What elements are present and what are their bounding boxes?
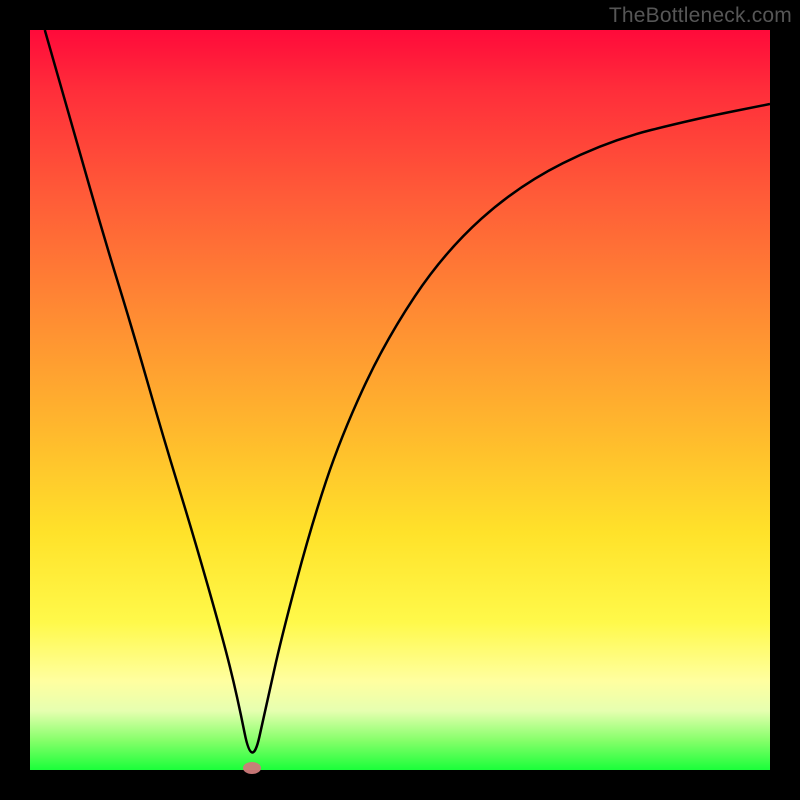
- watermark-text: TheBottleneck.com: [609, 4, 792, 28]
- bottleneck-curve: [30, 30, 770, 770]
- chart-frame: TheBottleneck.com: [0, 0, 800, 800]
- plot-area: [30, 30, 770, 770]
- curve-path: [45, 30, 770, 752]
- minimum-marker: [243, 762, 261, 774]
